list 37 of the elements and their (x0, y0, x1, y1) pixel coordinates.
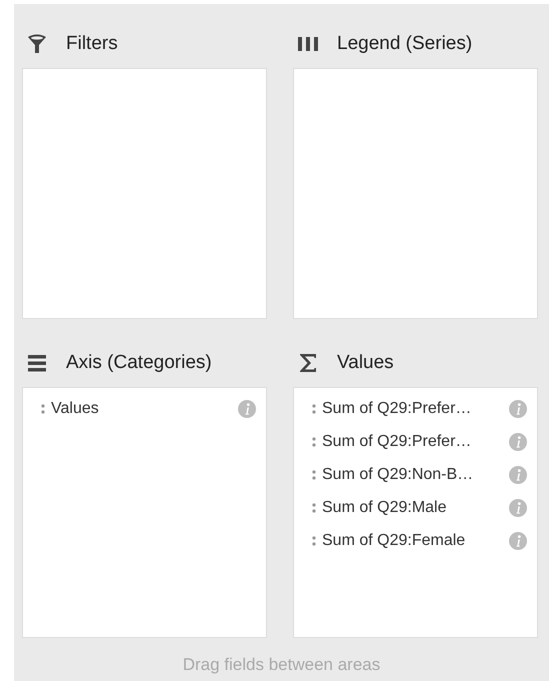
drop-area[interactable] (293, 68, 538, 319)
info-icon[interactable] (509, 400, 527, 418)
field-item[interactable]: Sum of Q29:Non-B… (294, 458, 537, 491)
info-icon[interactable] (509, 432, 527, 450)
info-icon[interactable] (509, 498, 527, 516)
field-item[interactable]: Sum of Q29:Prefer… (294, 425, 537, 458)
drag-handle-icon[interactable] (41, 402, 45, 414)
area-title: Filters (66, 32, 118, 56)
info-icon[interactable] (509, 466, 527, 484)
hint-text: Drag fields between areas (182, 654, 382, 676)
area-title: Axis (Categories) (66, 350, 212, 375)
field-label: Sum of Q29:Prefer… (322, 398, 472, 418)
sigma-icon (298, 352, 318, 374)
drag-handle-icon[interactable] (312, 468, 316, 480)
field-item[interactable]: Sum of Q29:Prefer… (294, 392, 537, 425)
field-item[interactable]: Values (23, 392, 266, 425)
list-icon (27, 353, 47, 373)
drop-area[interactable]: Values (22, 387, 267, 638)
field-item[interactable]: Sum of Q29:Male (294, 491, 537, 524)
info-icon[interactable] (238, 400, 256, 418)
area-title: Legend (Series) (337, 32, 472, 56)
drag-handle-icon[interactable] (312, 534, 316, 546)
field-label: Sum of Q29:Male (322, 498, 448, 518)
drag-handle-icon[interactable] (312, 436, 316, 448)
field-item[interactable]: Sum of Q29:Female (294, 524, 537, 557)
field-label: Sum of Q29:Female (322, 530, 466, 550)
drop-area[interactable]: Sum of Q29:Prefer… Sum of Q29:Prefer… Sum of Q29:Non-B… Sum of Q29:Male Sum of Q29:Female (293, 387, 538, 638)
field-label: Values (51, 398, 100, 418)
bars-icon (297, 35, 319, 53)
field-label: Sum of Q29:Prefer… (322, 432, 472, 452)
drag-handle-icon[interactable] (312, 502, 316, 514)
info-icon[interactable] (509, 532, 527, 550)
filter-icon (26, 33, 48, 55)
drag-handle-icon[interactable] (312, 402, 316, 414)
field-label: Sum of Q29:Non-B… (322, 464, 474, 484)
drop-area[interactable] (22, 68, 267, 319)
area-title: Values (337, 350, 394, 375)
